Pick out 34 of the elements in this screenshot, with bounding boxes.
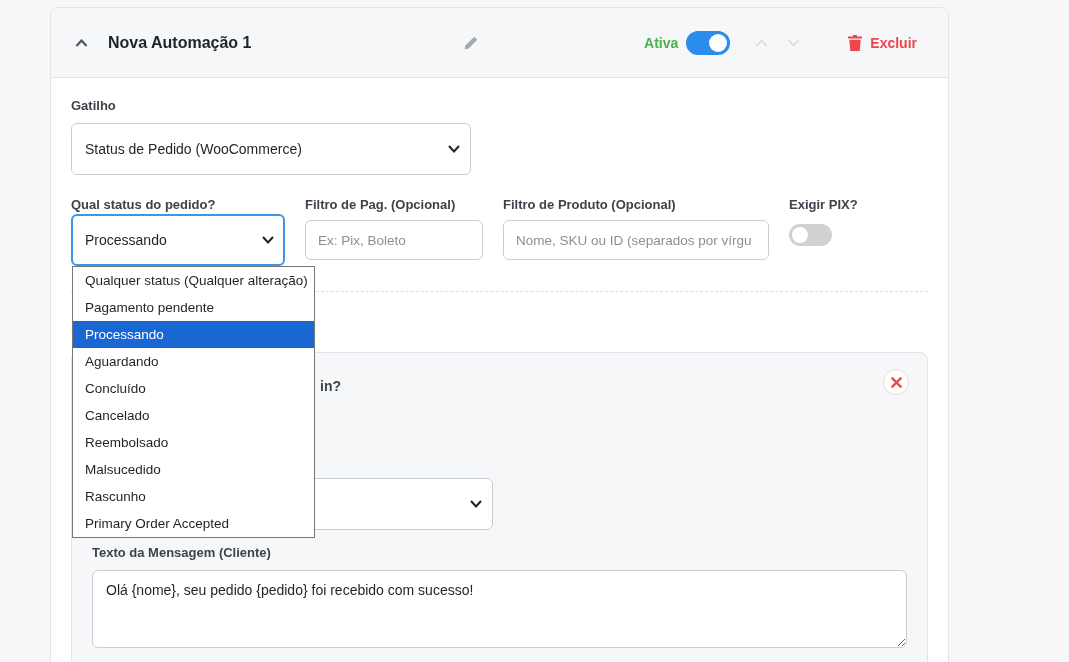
- action-question: in?: [320, 378, 341, 394]
- chevron-up-icon[interactable]: [75, 38, 88, 47]
- status-select[interactable]: Processando: [71, 214, 285, 266]
- field-label: Filtro de Pag. (Opcional): [305, 197, 457, 213]
- active-toggle[interactable]: [686, 30, 731, 55]
- field-label: Filtro de Produto (Opcional): [503, 197, 677, 213]
- status-label: Ativa: [644, 34, 679, 51]
- field-label: Qual status do pedido?: [71, 197, 217, 213]
- message-textarea[interactable]: Olá {nome}, seu pedido {pedido} foi recebido com sucesso!: [92, 570, 907, 648]
- chevron-down-icon: [262, 236, 274, 244]
- chevron-down-icon: [448, 145, 460, 153]
- chevron-down-icon: [470, 500, 482, 508]
- field-label: Texto da Mensagem (Cliente): [92, 545, 272, 561]
- pencil-icon[interactable]: [464, 35, 478, 50]
- dropdown-option[interactable]: Aguardando: [73, 348, 314, 375]
- dropdown-option[interactable]: Malsucedido: [73, 456, 314, 483]
- dropdown-option[interactable]: Primary Order Accepted: [73, 510, 314, 537]
- dropdown-option[interactable]: Processando: [73, 321, 314, 348]
- filter-input[interactable]: Ex: Pix, Boleto: [305, 220, 483, 260]
- dropdown-option[interactable]: Qualquer status (Qualquer alteração): [73, 267, 314, 294]
- pix-toggle[interactable]: [789, 224, 832, 246]
- trash-icon: [848, 34, 863, 51]
- field-label: Gatilho: [71, 98, 117, 114]
- dropdown-option[interactable]: Rascunho: [73, 483, 314, 510]
- close-icon: [890, 376, 902, 388]
- field-label: Exigir PIX?: [789, 197, 859, 213]
- dropdown-option[interactable]: Reembolsado: [73, 429, 314, 456]
- dropdown-option[interactable]: Concluído: [73, 375, 314, 402]
- dropdown-option[interactable]: Pagamento pendente: [73, 294, 314, 321]
- dropdown-option[interactable]: Cancelado: [73, 402, 314, 429]
- trigger-select[interactable]: Status de Pedido (WooCommerce): [71, 123, 471, 175]
- remove-action-button[interactable]: [883, 369, 909, 395]
- automation-title: Nova Automação 1: [108, 33, 253, 52]
- filter-input[interactable]: Nome, SKU ou ID (separados por vírgu: [503, 220, 769, 260]
